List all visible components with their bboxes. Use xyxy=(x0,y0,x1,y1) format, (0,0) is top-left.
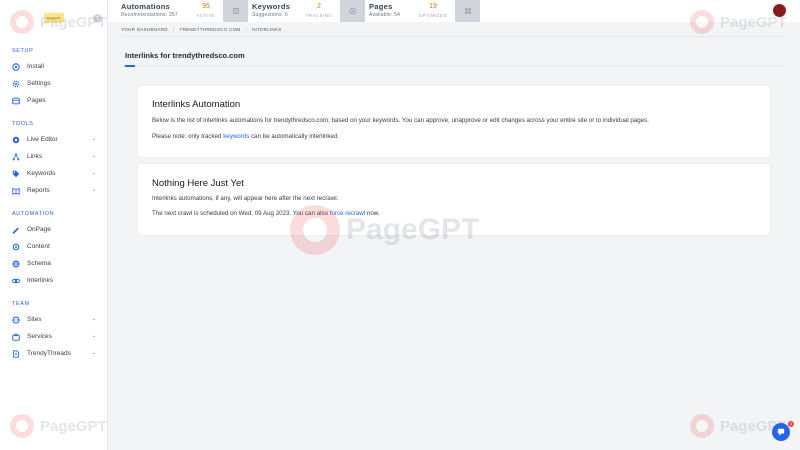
chevron-down-icon: ⌄ xyxy=(91,153,96,159)
chat-icon xyxy=(777,428,785,436)
watermark-logo: PageGPT xyxy=(290,205,479,255)
reports-icon xyxy=(12,187,20,195)
stat-count-label: OPTIMIZED xyxy=(418,13,448,18)
breadcrumb-item-site[interactable]: TRENDYTHREDSCO.COM xyxy=(180,27,241,32)
automations-icon-button[interactable] xyxy=(223,0,248,22)
breadcrumb-item-interlinks: INTERLINKS xyxy=(252,27,282,32)
sidebar-item-links[interactable]: Links ⌄ xyxy=(0,148,107,165)
links-icon xyxy=(12,153,20,161)
watermark-logo: PageGPT xyxy=(10,10,107,34)
pages-icon xyxy=(12,97,20,105)
chevron-down-icon: ⌄ xyxy=(91,350,96,356)
help-chat-button[interactable] xyxy=(772,423,790,441)
sidebar-item-label: Interlinks xyxy=(27,277,54,284)
keywords-link[interactable]: keywords xyxy=(223,133,249,140)
sidebar-item-label: Reports xyxy=(27,187,50,194)
stat-count-label: ACTIVE xyxy=(196,13,216,18)
card-title: Interlinks Automation xyxy=(152,99,241,110)
sidebar-item-label: TrendyThreads xyxy=(27,350,71,357)
section-label-team: TEAM xyxy=(12,301,30,307)
breadcrumb-separator: / xyxy=(172,27,175,32)
live-editor-icon xyxy=(12,136,20,144)
page-title: Interlinks for trendythredsco.com xyxy=(125,51,245,60)
stat-automations[interactable]: Automations Recommendations: 357 95 ACTI… xyxy=(108,0,223,22)
chevron-down-icon: ⌄ xyxy=(91,170,96,176)
sidebar-item-label: Services xyxy=(27,333,52,340)
sidebar-item-label: Pages xyxy=(27,97,46,104)
sidebar-item-label: Settings xyxy=(27,80,51,87)
breadcrumb-item-dashboard[interactable]: YOUR DASHBOARD xyxy=(121,27,168,32)
onpage-icon xyxy=(12,226,20,234)
stat-pages[interactable]: Pages Available: 54 19 OPTIMIZED xyxy=(365,0,455,22)
stat-subtitle: Available: 54 xyxy=(369,12,401,18)
stat-count: 2 xyxy=(317,3,321,10)
stat-subtitle: Suggestions: 6 xyxy=(252,12,288,18)
grid-icon xyxy=(464,8,471,14)
sidebar-item-keywords[interactable]: Keywords ⌄ xyxy=(0,165,107,182)
content-icon xyxy=(12,243,20,251)
chevron-down-icon: ⌄ xyxy=(91,316,96,322)
card-title: Nothing Here Just Yet xyxy=(152,178,244,189)
section-label-tools: TOOLS xyxy=(12,121,34,127)
watermark-logo: PageGPT xyxy=(690,10,787,34)
sidebar-item-schema[interactable]: Schema xyxy=(0,255,107,272)
sidebar-item-pages[interactable]: Pages xyxy=(0,92,107,109)
sidebar-item-interlinks[interactable]: Interlinks xyxy=(0,272,107,289)
chevron-down-icon: ⌄ xyxy=(91,333,96,339)
install-icon xyxy=(12,62,20,71)
notification-badge: 1 xyxy=(788,421,794,427)
stat-count: 19 xyxy=(429,3,437,10)
sidebar-item-install[interactable]: Install xyxy=(0,58,107,75)
pages-icon-button[interactable] xyxy=(455,0,480,22)
stat-subtitle: Recommendations: 357 xyxy=(121,12,178,18)
stat-count-label: TRACKING xyxy=(305,13,333,18)
title-accent-bar xyxy=(125,65,135,67)
chevron-down-icon: ⌄ xyxy=(91,136,96,142)
sidebar-item-label: Install xyxy=(27,63,44,70)
services-icon xyxy=(12,333,20,341)
sidebar-item-label: Links xyxy=(27,153,43,160)
sidebar-item-settings[interactable]: Settings xyxy=(0,75,107,92)
tag-icon xyxy=(349,7,356,15)
breadcrumb-separator: / xyxy=(245,27,247,32)
stat-title: Keywords xyxy=(252,2,291,11)
schema-icon xyxy=(12,259,20,268)
sidebar-item-sites[interactable]: Sites ⌄ xyxy=(0,311,107,328)
sidebar: PageGPT ‹ SETUP Install Settings Pages T… xyxy=(0,0,108,450)
stat-title: Pages xyxy=(369,2,393,11)
sidebar-item-label: OnPage xyxy=(27,226,51,233)
sidebar-item-live-editor[interactable]: Live Editor ⌄ xyxy=(0,131,107,148)
keywords-icon xyxy=(12,170,20,178)
watermark-logo: PageGPT xyxy=(10,414,107,438)
card-description: Below is the list of interlinks automati… xyxy=(152,117,649,124)
sidebar-item-label: Keywords xyxy=(27,170,56,177)
sidebar-item-label: Schema xyxy=(27,260,51,267)
stat-keywords[interactable]: Keywords Suggestions: 6 2 TRACKING xyxy=(248,0,340,22)
chevron-down-icon: ⌄ xyxy=(91,187,96,193)
stack-icon xyxy=(232,8,239,14)
interlinks-icon xyxy=(12,277,20,285)
section-label-automation: AUTOMATION xyxy=(12,211,55,217)
sites-icon xyxy=(12,315,20,324)
card-note: Please note: only tracked keywords can b… xyxy=(152,133,340,140)
sidebar-item-onpage[interactable]: OnPage xyxy=(0,221,107,238)
empty-state-line: Interlinks automations, if any, will app… xyxy=(152,195,339,202)
sidebar-item-content[interactable]: Content xyxy=(0,238,107,255)
keywords-icon-button[interactable] xyxy=(340,0,365,22)
breadcrumb: YOUR DASHBOARD / TRENDYTHREDSCO.COM / IN… xyxy=(121,27,282,32)
gear-icon xyxy=(12,80,20,88)
divider xyxy=(121,36,785,37)
section-label-setup: SETUP xyxy=(12,48,34,54)
stat-title: Automations xyxy=(121,2,171,11)
sidebar-item-label: Content xyxy=(27,243,50,250)
user-icon xyxy=(12,349,20,358)
sidebar-item-services[interactable]: Services ⌄ xyxy=(0,328,107,345)
sidebar-item-reports[interactable]: Reports ⌄ xyxy=(0,182,107,199)
sidebar-item-label: Live Editor xyxy=(27,136,58,143)
interlinks-automation-card: Interlinks Automation Below is the list … xyxy=(138,86,770,157)
sidebar-item-label: Sites xyxy=(27,316,42,323)
stat-count: 95 xyxy=(202,3,210,10)
sidebar-item-trendythreads[interactable]: TrendyThreads ⌄ xyxy=(0,345,107,362)
divider xyxy=(121,66,785,67)
